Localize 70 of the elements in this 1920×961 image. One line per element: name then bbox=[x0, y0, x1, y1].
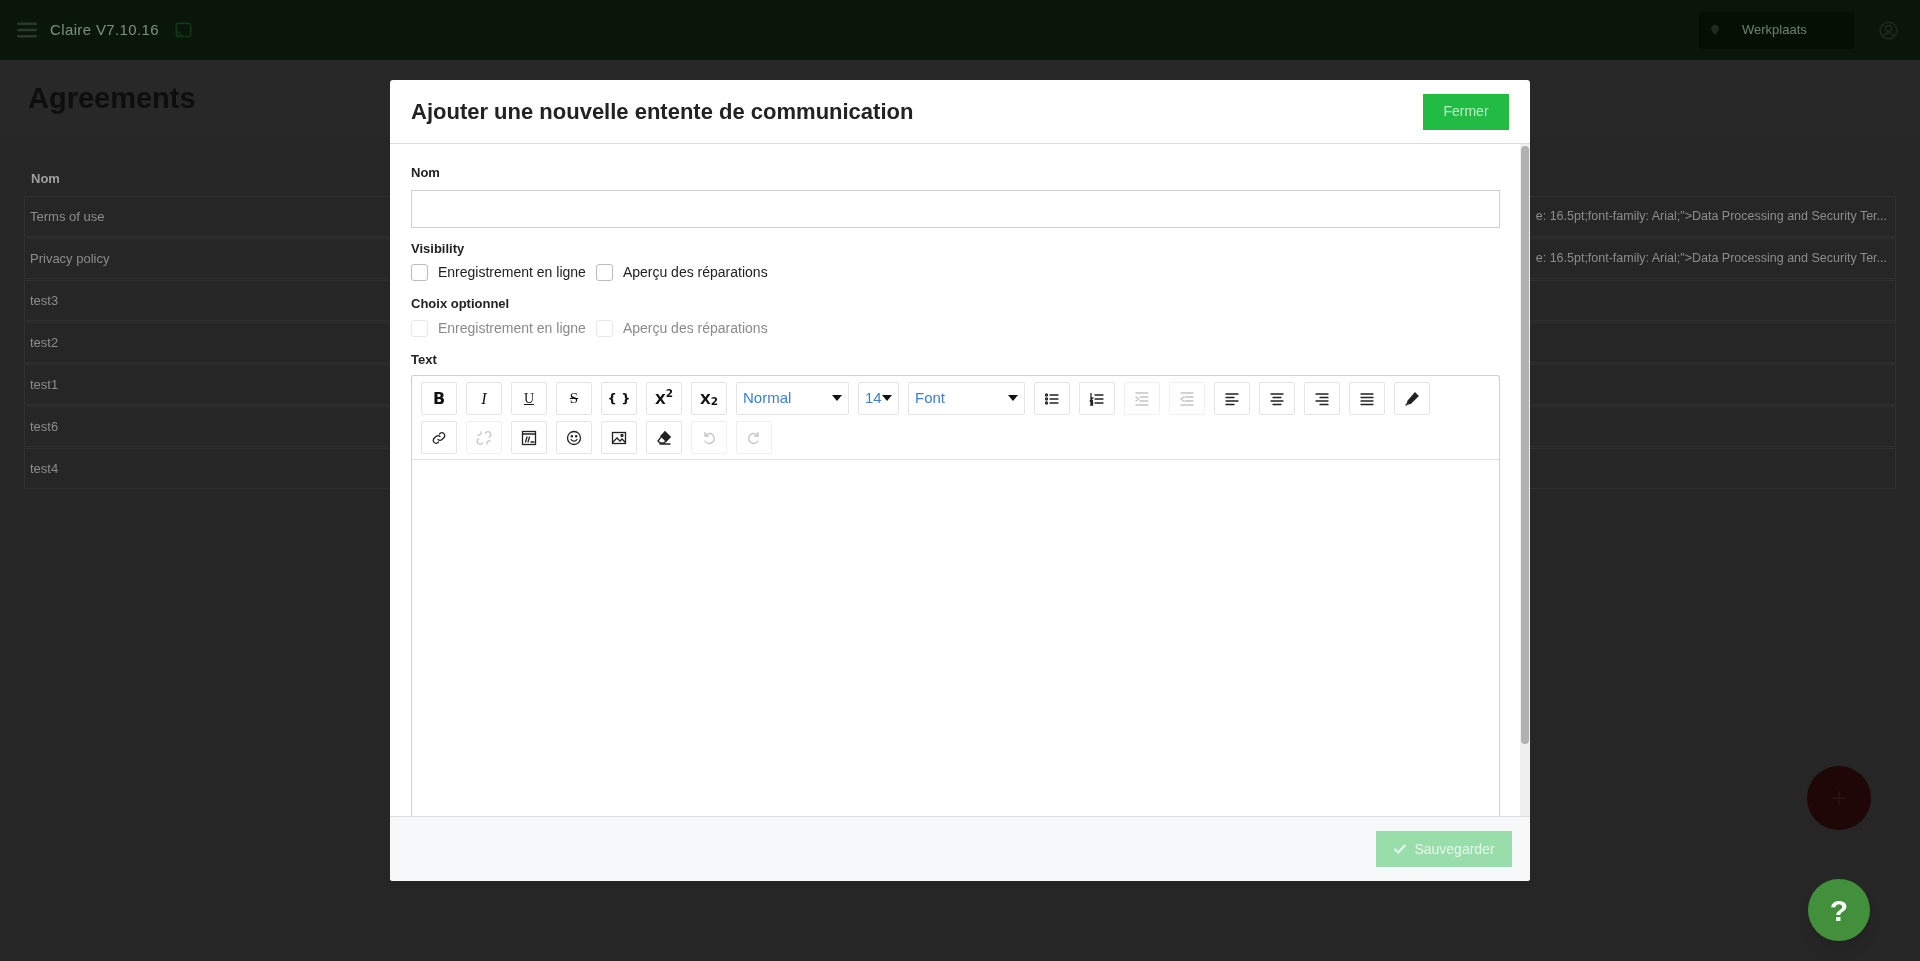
table-cell-text: e: 16.5pt;font-family: Arial;">Data Processing and Security Ter... bbox=[1535, 208, 1887, 226]
format-button[interactable]: { } bbox=[601, 382, 637, 415]
text-editor[interactable]: B I U S { } X$^{2}$ X$_{2}$ Normal 14 Font bbox=[411, 375, 1500, 816]
align-right-icon bbox=[1314, 390, 1330, 407]
help-button[interactable]: ? bbox=[1808, 879, 1870, 941]
align-right-button[interactable] bbox=[1304, 382, 1340, 415]
caret-icon bbox=[882, 395, 892, 402]
group-label: Visibility bbox=[411, 239, 466, 258]
field-label: Nom bbox=[411, 164, 441, 182]
align-justify-icon bbox=[1359, 390, 1375, 407]
eraser-button[interactable] bbox=[646, 421, 682, 454]
table-cell-text: test2 bbox=[30, 333, 59, 352]
emoji-icon bbox=[566, 429, 582, 446]
caret-icon bbox=[1008, 395, 1018, 402]
bulleted-list-button[interactable] bbox=[1034, 382, 1070, 415]
table-cell-text: Privacy policy bbox=[30, 249, 110, 268]
dropdown-select[interactable]: Normal bbox=[736, 382, 849, 415]
group-label: Choix optionnel bbox=[411, 295, 511, 313]
checkbox-option: Aperçu des réparations bbox=[595, 317, 768, 339]
format-button[interactable]: X$_{2}$ bbox=[691, 382, 727, 415]
dropdown-select[interactable]: Font bbox=[908, 382, 1025, 415]
location-pin-icon bbox=[1709, 23, 1721, 37]
eraser-icon bbox=[656, 429, 672, 446]
dropdown-select[interactable]: 14 bbox=[858, 382, 899, 415]
numbered-list-icon bbox=[1089, 390, 1105, 407]
link-icon bbox=[431, 429, 447, 446]
image-icon bbox=[611, 429, 627, 446]
table-cell-text: test6 bbox=[30, 417, 59, 436]
field-label: Text bbox=[411, 350, 438, 369]
table-cell-text: Terms of use bbox=[30, 207, 105, 226]
code-view-button[interactable] bbox=[511, 421, 547, 454]
align-left-button[interactable] bbox=[1214, 382, 1250, 415]
table-cell-text: test1 bbox=[30, 375, 59, 394]
caret-icon bbox=[832, 395, 842, 402]
align-left-icon bbox=[1224, 390, 1240, 407]
format-button[interactable]: B bbox=[421, 382, 457, 415]
format-button[interactable]: S bbox=[556, 382, 592, 415]
format-button[interactable]: I bbox=[466, 382, 502, 415]
unlink-icon bbox=[476, 429, 492, 446]
location-selector[interactable]: Werkplaats bbox=[1699, 11, 1854, 49]
table-cell-text: test4 bbox=[30, 459, 59, 478]
numbered-list-button[interactable] bbox=[1079, 382, 1115, 415]
scrollbar-thumb[interactable] bbox=[1521, 146, 1529, 744]
checkbox-option[interactable]: Aperçu des réparations bbox=[595, 262, 768, 283]
indent-icon bbox=[1134, 390, 1150, 407]
redo-icon bbox=[746, 429, 762, 446]
outdent-icon bbox=[1179, 390, 1195, 407]
location-label: Werkplaats bbox=[1742, 21, 1807, 40]
checkbox-option: Enregistrement en ligne bbox=[411, 317, 586, 339]
pen-button[interactable] bbox=[1394, 382, 1430, 415]
table-cell-text: e: 16.5pt;font-family: Arial;">Data Processing and Security Ter... bbox=[1535, 250, 1887, 268]
code-view-icon bbox=[521, 429, 537, 446]
format-button[interactable]: U bbox=[511, 382, 547, 415]
checkbox-option[interactable]: Enregistrement en ligne bbox=[411, 262, 586, 283]
format-button[interactable]: X$^{2}$ bbox=[646, 382, 682, 415]
undo-icon bbox=[701, 429, 717, 446]
align-justify-button[interactable] bbox=[1349, 382, 1385, 415]
link-button[interactable] bbox=[421, 421, 457, 454]
table-cell-text: test3 bbox=[30, 291, 59, 310]
pen-icon bbox=[1404, 390, 1420, 407]
column-header: Nom bbox=[31, 170, 60, 189]
checkmark-icon bbox=[1393, 842, 1408, 856]
align-center-icon bbox=[1269, 390, 1285, 407]
app-title: Claire V7.10.16 bbox=[50, 19, 160, 40]
align-center-button[interactable] bbox=[1259, 382, 1295, 415]
image-button[interactable] bbox=[601, 421, 637, 454]
emoji-button[interactable] bbox=[556, 421, 592, 454]
modal-title: Ajouter une nouvelle entente de communication bbox=[411, 98, 914, 126]
bulleted-list-icon bbox=[1044, 390, 1060, 407]
name-input[interactable] bbox=[411, 189, 1500, 228]
